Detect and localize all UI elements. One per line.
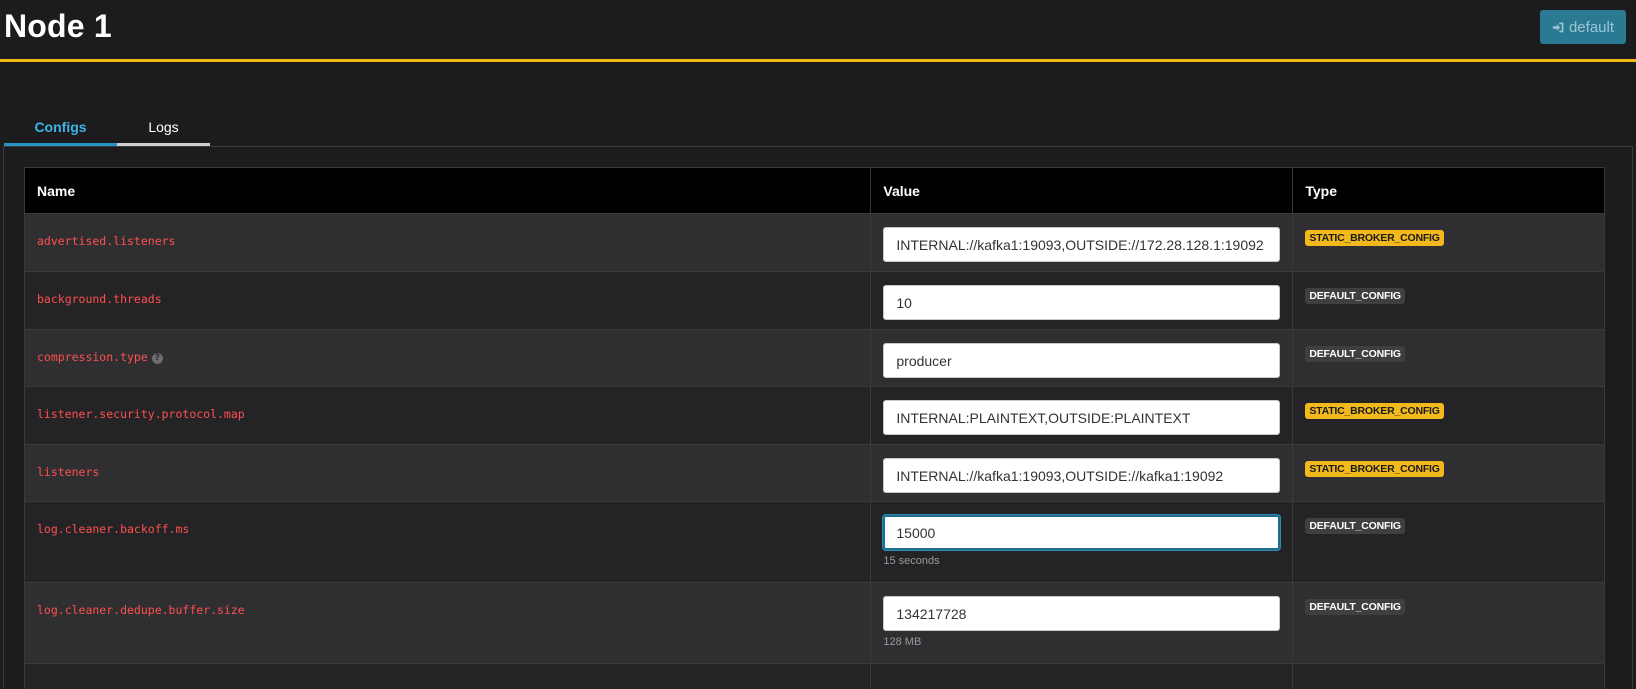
cluster-button[interactable]: default — [1540, 10, 1626, 44]
name-cell: compression.type? — [24, 329, 872, 387]
name-cell: log.cleaner.backoff.ms — [24, 501, 872, 583]
value-cell — [870, 271, 1294, 330]
value-cell — [870, 386, 1294, 445]
config-value-input[interactable] — [883, 596, 1281, 631]
type-badge: DEFAULT_CONFIG — [1305, 599, 1405, 615]
help-icon[interactable]: ? — [151, 353, 163, 364]
column-header-type[interactable]: Type — [1292, 167, 1605, 214]
table-row: listeners STATIC_BROKER_CONFIG — [24, 444, 1605, 502]
tab-configs[interactable]: Configs — [4, 110, 117, 147]
value-cell: 128 MB — [870, 582, 1294, 664]
table-row — [24, 663, 1605, 689]
config-value-input[interactable] — [883, 458, 1281, 493]
type-badge: STATIC_BROKER_CONFIG — [1305, 403, 1444, 419]
name-cell — [24, 663, 872, 689]
type-badge: DEFAULT_CONFIG — [1305, 518, 1405, 534]
type-cell: DEFAULT_CONFIG — [1292, 582, 1605, 664]
config-value-input[interactable] — [883, 285, 1281, 320]
value-cell — [870, 663, 1294, 689]
config-name: log.cleaner.dedupe.buffer.size — [37, 603, 245, 617]
type-badge: STATIC_BROKER_CONFIG — [1305, 230, 1444, 246]
page-header: Node 1 default — [0, 0, 1636, 62]
value-cell — [870, 329, 1294, 387]
type-badge: DEFAULT_CONFIG — [1305, 346, 1405, 362]
type-cell: DEFAULT_CONFIG — [1292, 329, 1605, 387]
config-table: Name Value Type advertised.listeners STA… — [24, 167, 1605, 689]
config-name: advertised.listeners — [37, 234, 176, 248]
cluster-button-label: default — [1568, 18, 1615, 36]
type-cell: DEFAULT_CONFIG — [1292, 271, 1605, 330]
name-cell: listener.security.protocol.map — [24, 386, 872, 445]
type-cell: STATIC_BROKER_CONFIG — [1292, 213, 1605, 272]
config-name: log.cleaner.backoff.ms — [37, 522, 190, 536]
name-cell: log.cleaner.dedupe.buffer.size — [24, 582, 872, 664]
table-row: listener.security.protocol.map STATIC_BR… — [24, 386, 1605, 445]
page: Node 1 default Configs Logs Name Value T… — [0, 0, 1636, 689]
column-header-name[interactable]: Name — [24, 167, 872, 214]
config-value-input[interactable] — [883, 400, 1281, 435]
config-value-input[interactable] — [883, 515, 1281, 550]
table-header-row: Name Value Type — [24, 167, 1605, 214]
column-header-value[interactable]: Value — [870, 167, 1294, 214]
table-row: log.cleaner.dedupe.buffer.size 128 MB DE… — [24, 582, 1605, 664]
type-cell: STATIC_BROKER_CONFIG — [1292, 444, 1605, 502]
value-cell — [870, 213, 1294, 272]
name-cell: advertised.listeners — [24, 213, 872, 272]
table-row: compression.type? DEFAULT_CONFIG — [24, 329, 1605, 387]
table-row: background.threads DEFAULT_CONFIG — [24, 271, 1605, 330]
tab-logs[interactable]: Logs — [117, 110, 210, 147]
config-name: background.threads — [37, 292, 162, 306]
config-value-input[interactable] — [883, 343, 1281, 378]
name-cell: listeners — [24, 444, 872, 502]
type-cell — [1292, 663, 1605, 689]
name-cell: background.threads — [24, 271, 872, 330]
config-name: listeners — [37, 465, 100, 479]
value-hint: 128 MB — [883, 636, 922, 648]
type-cell: DEFAULT_CONFIG — [1292, 501, 1605, 583]
tab-bar: Configs Logs — [4, 110, 210, 147]
type-badge: DEFAULT_CONFIG — [1305, 288, 1405, 304]
table-row: advertised.listeners STATIC_BROKER_CONFI… — [24, 213, 1605, 272]
value-cell — [870, 444, 1294, 502]
config-value-input[interactable] — [883, 227, 1281, 262]
page-title: Node 1 — [4, 8, 112, 44]
value-cell: 15 seconds — [870, 501, 1294, 583]
table-row: log.cleaner.backoff.ms 15 seconds DEFAUL… — [24, 501, 1605, 583]
type-badge: STATIC_BROKER_CONFIG — [1305, 461, 1444, 477]
sign-in-icon — [1552, 21, 1565, 34]
type-cell: STATIC_BROKER_CONFIG — [1292, 386, 1605, 445]
config-name: compression.type — [37, 350, 148, 364]
config-name: listener.security.protocol.map — [37, 407, 245, 421]
value-hint: 15 seconds — [883, 555, 940, 567]
